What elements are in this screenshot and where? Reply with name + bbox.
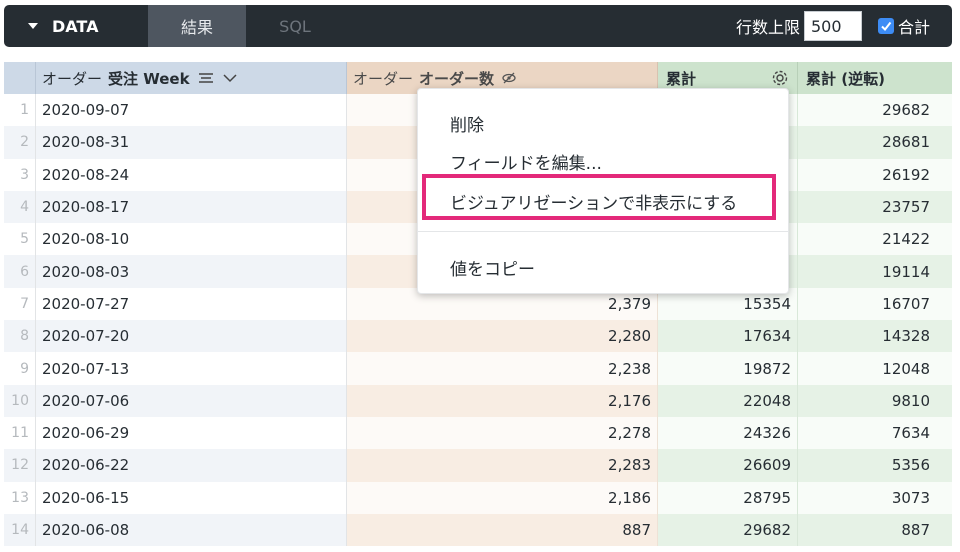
cell-cumulative: 29682 bbox=[658, 513, 798, 547]
cell-order-count: 2,283 bbox=[347, 449, 658, 482]
row-number: 4 bbox=[4, 190, 36, 224]
cell-cumulative: 28795 bbox=[658, 481, 798, 514]
caret-down-icon bbox=[28, 23, 38, 29]
cell-cumulative-reverse: 16707 bbox=[798, 287, 952, 321]
table-row: 9 2020-07-13 2,238 19872 12048 bbox=[4, 352, 952, 385]
table-row: 11 2020-06-29 2,278 24326 7634 bbox=[4, 416, 952, 450]
cell-order-count: 2,238 bbox=[347, 352, 658, 385]
cell-cumulative-reverse: 28681 bbox=[798, 126, 952, 159]
data-section-toggle[interactable]: DATA bbox=[4, 5, 148, 47]
cell-cumulative: 26609 bbox=[658, 449, 798, 482]
row-number: 5 bbox=[4, 223, 36, 256]
table-row: 8 2020-07-20 2,280 17634 14328 bbox=[4, 320, 952, 353]
cell-cumulative: 24326 bbox=[658, 416, 798, 450]
menu-divider bbox=[418, 231, 788, 232]
cell-order-count: 887 bbox=[347, 513, 658, 547]
cell-cumulative-reverse: 5356 bbox=[798, 449, 952, 482]
cell-cumulative-reverse: 26192 bbox=[798, 158, 952, 191]
cell-order-count: 2,278 bbox=[347, 416, 658, 450]
row-number: 12 bbox=[4, 449, 36, 482]
cell-cumulative-reverse: 9810 bbox=[798, 384, 952, 417]
row-number: 3 bbox=[4, 158, 36, 191]
gear-icon[interactable] bbox=[771, 69, 789, 87]
row-number: 2 bbox=[4, 126, 36, 159]
table-row: 14 2020-06-08 887 29682 887 bbox=[4, 513, 952, 547]
header-prefix: オーダー bbox=[42, 69, 103, 88]
eye-hidden-icon bbox=[502, 72, 516, 84]
row-number: 13 bbox=[4, 481, 36, 514]
cell-cumulative-reverse: 12048 bbox=[798, 352, 952, 385]
context-menu: 削除 フィールドを編集... ビジュアリゼーションで非表示にする 値をコピー bbox=[417, 88, 789, 294]
cell-order-week: 2020-09-07 bbox=[36, 94, 347, 127]
cell-order-week: 2020-07-13 bbox=[36, 352, 347, 385]
cell-cumulative-reverse: 3073 bbox=[798, 481, 952, 514]
row-number: 9 bbox=[4, 352, 36, 385]
cell-cumulative-reverse: 887 bbox=[798, 513, 952, 547]
row-limit-label: 行数上限 bbox=[735, 18, 800, 37]
menu-item-delete[interactable]: 削除 bbox=[450, 111, 484, 136]
column-header-order-week[interactable]: オーダー 受注 Week bbox=[36, 62, 347, 94]
row-number: 11 bbox=[4, 416, 36, 450]
chevron-down-icon[interactable] bbox=[222, 73, 238, 83]
cell-order-week: 2020-08-03 bbox=[36, 255, 347, 288]
header-name: オーダー数 bbox=[419, 69, 495, 88]
totals-checkbox[interactable]: 合計 bbox=[877, 14, 930, 38]
cell-cumulative-reverse: 19114 bbox=[798, 255, 952, 288]
menu-item-hide-from-visualization[interactable]: ビジュアリゼーションで非表示にする bbox=[450, 189, 737, 214]
menu-item-edit-field[interactable]: フィールドを編集... bbox=[450, 149, 602, 174]
row-number: 7 bbox=[4, 287, 36, 321]
cell-order-week: 2020-08-10 bbox=[36, 223, 347, 256]
totals-label: 合計 bbox=[897, 18, 930, 37]
row-number: 10 bbox=[4, 384, 36, 417]
cell-cumulative: 22048 bbox=[658, 384, 798, 417]
header-name: 受注 Week bbox=[108, 69, 190, 88]
checkbox-checked-icon bbox=[877, 18, 894, 34]
cell-order-week: 2020-07-06 bbox=[36, 384, 347, 417]
cell-order-week: 2020-06-22 bbox=[36, 449, 347, 482]
cell-cumulative: 17634 bbox=[658, 320, 798, 353]
cell-cumulative-reverse: 21422 bbox=[798, 223, 952, 256]
tab-sql[interactable]: SQL bbox=[246, 5, 344, 47]
cell-cumulative: 19872 bbox=[658, 352, 798, 385]
cell-order-week: 2020-06-08 bbox=[36, 513, 347, 547]
row-number: 14 bbox=[4, 513, 36, 547]
header-prefix: オーダー bbox=[353, 69, 414, 88]
row-number-header bbox=[4, 62, 36, 94]
cell-order-week: 2020-08-17 bbox=[36, 190, 347, 224]
row-number: 1 bbox=[4, 94, 36, 127]
cell-cumulative-reverse: 7634 bbox=[798, 416, 952, 450]
data-label: DATA bbox=[52, 16, 99, 36]
cell-order-week: 2020-08-31 bbox=[36, 126, 347, 159]
cell-order-week: 2020-06-29 bbox=[36, 416, 347, 450]
cell-order-count: 2,280 bbox=[347, 320, 658, 353]
cell-order-count: 2,176 bbox=[347, 384, 658, 417]
header-name: 累計 bbox=[666, 69, 697, 88]
row-number: 6 bbox=[4, 255, 36, 288]
menu-item-copy-values[interactable]: 値をコピー bbox=[450, 255, 535, 280]
table-row: 12 2020-06-22 2,283 26609 5356 bbox=[4, 449, 952, 482]
table-row: 13 2020-06-15 2,186 28795 3073 bbox=[4, 481, 952, 514]
cell-order-week: 2020-08-24 bbox=[36, 158, 347, 191]
column-header-cumulative-reverse[interactable]: 累計 (逆転) bbox=[798, 62, 952, 94]
pivot-icon[interactable] bbox=[198, 72, 214, 84]
cell-order-week: 2020-07-27 bbox=[36, 287, 347, 321]
cell-order-week: 2020-07-20 bbox=[36, 320, 347, 353]
cell-cumulative-reverse: 23757 bbox=[798, 190, 952, 224]
table-row: 10 2020-07-06 2,176 22048 9810 bbox=[4, 384, 952, 417]
cell-cumulative-reverse: 29682 bbox=[798, 94, 952, 127]
tab-results[interactable]: 結果 bbox=[148, 5, 246, 47]
cell-cumulative-reverse: 14328 bbox=[798, 320, 952, 353]
row-number: 8 bbox=[4, 320, 36, 353]
data-toolbar: DATA 結果 SQL 行数上限 合計 bbox=[4, 5, 952, 47]
row-limit-input[interactable] bbox=[803, 11, 862, 41]
cell-order-week: 2020-06-15 bbox=[36, 481, 347, 514]
toolbar-controls: 行数上限 合計 bbox=[736, 11, 952, 41]
cell-order-count: 2,186 bbox=[347, 481, 658, 514]
